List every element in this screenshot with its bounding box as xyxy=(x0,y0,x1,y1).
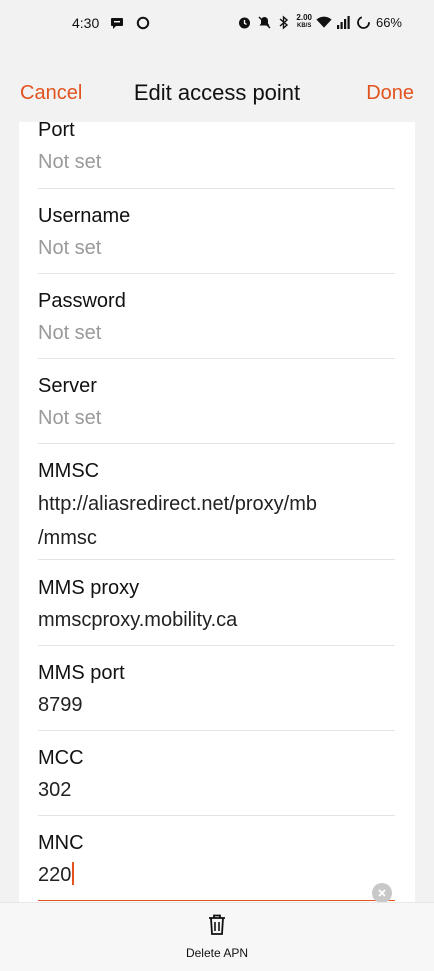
trash-icon xyxy=(206,914,228,941)
mute-icon xyxy=(256,14,272,30)
alarm-icon xyxy=(236,14,252,30)
field-value: Not set xyxy=(38,237,102,259)
field-label: Username xyxy=(38,205,131,227)
field-label: Port xyxy=(38,122,75,141)
field-value: http://aliasredirect.net/proxy/mb /mmsc xyxy=(38,487,395,555)
status-left: 4:30 xyxy=(72,15,151,31)
field-mmsc[interactable]: MMSC http://aliasredirect.net/proxy/mb /… xyxy=(38,459,395,560)
top-app-bar: Cancel Edit access point Done xyxy=(0,68,434,120)
delete-apn-label: Delete APN xyxy=(185,946,249,960)
field-value: 302 xyxy=(38,779,72,801)
field-mnc[interactable]: MNC 220 xyxy=(38,831,395,902)
field-username[interactable]: Username Not set xyxy=(38,204,395,274)
status-bar: 4:30 2.00 KB/S 66% xyxy=(0,0,434,50)
mnc-input[interactable]: 220 xyxy=(38,861,395,889)
field-label: MMS proxy xyxy=(38,577,140,599)
field-value: Not set xyxy=(38,407,102,429)
field-label: MMSC xyxy=(38,460,100,482)
clear-icon[interactable] xyxy=(372,883,392,902)
net-speed-unit: KB/S xyxy=(297,23,312,29)
field-server[interactable]: Server Not set xyxy=(38,374,395,444)
delete-apn-button[interactable]: Delete APN xyxy=(167,913,267,960)
field-value: 8799 xyxy=(38,694,83,716)
field-value: Not set xyxy=(38,322,102,344)
field-label: Server xyxy=(38,375,97,397)
apn-settings-card: Port Not set Username Not set Password N… xyxy=(19,122,415,902)
text-cursor xyxy=(72,862,75,885)
field-label: MNC xyxy=(38,832,84,854)
battery-icon xyxy=(356,14,372,30)
field-label: Password xyxy=(38,290,126,312)
message-icon xyxy=(109,15,125,31)
field-port[interactable]: Port Not set xyxy=(38,122,395,189)
battery-percent: 66% xyxy=(375,14,402,30)
field-mms-proxy[interactable]: MMS proxy mmscproxy.mobility.ca xyxy=(38,576,395,646)
net-speed: 2.00 KB/S xyxy=(296,14,312,30)
done-button[interactable]: Done xyxy=(366,82,414,105)
field-label: MCC xyxy=(38,747,84,769)
field-password[interactable]: Password Not set xyxy=(38,289,395,359)
field-value-line: /mmsc xyxy=(38,527,97,549)
status-right: 2.00 KB/S 66% xyxy=(236,14,402,30)
field-label: MMS port xyxy=(38,662,125,684)
bottom-action-bar: Delete APN xyxy=(0,902,434,971)
status-time: 4:30 xyxy=(72,15,100,31)
field-value: mmscproxy.mobility.ca xyxy=(38,609,238,631)
field-value-line: http://aliasredirect.net/proxy/mb xyxy=(38,493,318,515)
field-value: 220 xyxy=(38,864,72,886)
circle-icon xyxy=(135,15,151,31)
signal-icon xyxy=(336,14,352,30)
bluetooth-icon xyxy=(276,14,292,30)
field-value: Not set xyxy=(38,151,102,173)
wifi-icon xyxy=(316,14,332,30)
net-speed-value: 2.00 xyxy=(296,13,312,22)
field-mcc[interactable]: MCC 302 xyxy=(38,746,395,816)
field-mms-port[interactable]: MMS port 8799 xyxy=(38,661,395,731)
